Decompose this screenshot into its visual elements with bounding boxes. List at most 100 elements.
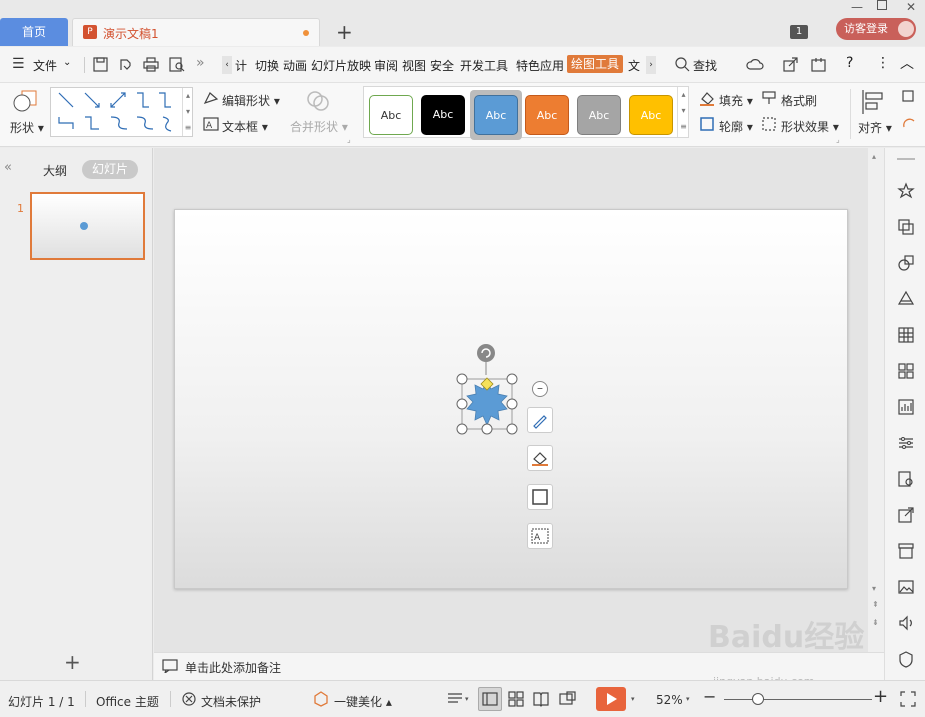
collapse-toolbar-icon[interactable]: – (532, 381, 548, 397)
layers-icon[interactable] (897, 290, 915, 308)
search-label[interactable]: 查找 (693, 57, 717, 74)
gallery-scroll-icon[interactable]: ▴ ▾ ≡ (182, 88, 193, 136)
scroll-right-icon[interactable]: › (646, 56, 656, 74)
zoom-slider-track[interactable] (724, 699, 872, 700)
table-icon[interactable] (897, 326, 915, 344)
edit-shape-icon[interactable] (203, 91, 219, 105)
fit-to-window-icon[interactable] (900, 691, 916, 707)
archive-icon[interactable] (897, 542, 915, 560)
play-slideshow-button[interactable] (596, 687, 626, 711)
align-icon[interactable] (861, 89, 885, 115)
cloud-icon[interactable] (746, 57, 764, 72)
style-swatch-blue[interactable]: Abc (474, 95, 518, 135)
chevron-down-icon[interactable]: ⌄ (63, 57, 71, 68)
collaborate-icon[interactable] (811, 57, 826, 72)
document-protection-status[interactable]: 文档未保护 (201, 693, 261, 710)
image-search-icon[interactable] (897, 470, 915, 488)
shield-icon[interactable] (897, 650, 915, 668)
copy-icon[interactable] (897, 218, 915, 236)
presenter-view-icon[interactable] (559, 691, 577, 707)
menu-tab-design[interactable]: 计 (235, 57, 247, 74)
slide-sorter-icon[interactable] (508, 691, 524, 707)
menu-tab-view[interactable]: 视图 (402, 57, 426, 74)
arrange-icon[interactable] (901, 89, 917, 105)
shapes-icon[interactable] (897, 254, 915, 272)
zoom-level[interactable]: 52% (656, 693, 683, 707)
float-text-button[interactable]: A (527, 523, 553, 549)
float-fill-button[interactable] (527, 445, 553, 471)
reading-view-icon[interactable] (533, 691, 549, 707)
scroll-up-icon[interactable]: ▴ (872, 152, 876, 161)
style-swatch-black[interactable]: Abc (421, 95, 465, 135)
animation-icon[interactable] (897, 182, 915, 200)
maximize-icon[interactable] (877, 0, 887, 10)
audio-icon[interactable] (897, 614, 915, 632)
format-painter-icon[interactable] (761, 90, 777, 106)
format-painter-button[interactable]: 格式刷 (781, 92, 817, 109)
normal-view-button[interactable] (478, 687, 502, 711)
style-swatch-gray[interactable]: Abc (577, 95, 621, 135)
previous-slide-icon[interactable]: ⇞ (872, 600, 879, 609)
group-launcher-icon[interactable]: ⌟ (836, 135, 840, 144)
style-swatch-gold[interactable]: Abc (629, 95, 673, 135)
vertical-scrollbar[interactable]: ▴ ▾ ⇞ ⇟ (868, 148, 884, 652)
save-icon[interactable] (93, 57, 108, 72)
style-swatch-white[interactable]: Abc (369, 95, 413, 135)
guest-login-button[interactable]: 访客登录 (836, 18, 916, 40)
zoom-in-button[interactable]: + (873, 686, 888, 707)
minimize-icon[interactable]: — (851, 0, 863, 14)
notes-view-icon[interactable] (447, 692, 465, 706)
window-count-badge[interactable]: 1 (790, 25, 808, 39)
outline-button[interactable]: 轮廓 ▾ (719, 118, 753, 135)
align-button[interactable]: 对齐 ▾ (858, 119, 892, 136)
group-launcher-icon[interactable]: ⌟ (347, 135, 351, 144)
menu-tab-security[interactable]: 安全 (430, 57, 454, 74)
chevron-down-icon[interactable]: ▾ (631, 695, 635, 703)
float-style-button[interactable] (527, 407, 553, 433)
more-options-icon[interactable]: ⋮ (876, 55, 890, 71)
new-tab-button[interactable]: + (336, 20, 353, 44)
chevron-down-icon[interactable]: ▾ (686, 695, 690, 703)
menu-tab-text[interactable]: 文 (628, 57, 640, 74)
shape-effect-button[interactable]: 形状效果 ▾ (781, 118, 839, 135)
tab-home[interactable]: 首页 (0, 18, 68, 46)
slide-thumbnail[interactable] (30, 192, 145, 260)
tab-slides[interactable]: 幻灯片 (82, 160, 138, 179)
print-icon[interactable] (143, 57, 159, 72)
zoom-out-button[interactable]: − (703, 687, 716, 706)
share-icon[interactable] (783, 57, 798, 72)
style-gallery-scroll-icon[interactable]: ▴ ▾ ≡ (677, 87, 689, 137)
menu-tab-review[interactable]: 审阅 (374, 57, 398, 74)
collapse-ribbon-icon[interactable]: ︿ (900, 53, 914, 73)
one-click-beautify-button[interactable]: 一键美化 ▴ (334, 693, 392, 710)
outline-icon[interactable] (699, 116, 715, 132)
rotate-icon[interactable] (901, 115, 917, 131)
help-icon[interactable]: ? (846, 55, 853, 71)
settings-sliders-icon[interactable] (897, 434, 915, 452)
tab-outline[interactable]: 大纲 (43, 162, 67, 179)
share-icon[interactable] (897, 506, 915, 524)
zoom-slider-knob[interactable] (752, 693, 764, 705)
fill-bucket-icon[interactable] (699, 90, 715, 106)
menu-tab-transition[interactable]: 切换 (255, 57, 279, 74)
collapse-panel-icon[interactable]: « (4, 160, 12, 175)
shape-gallery[interactable]: ▴ ▾ ≡ (50, 87, 193, 137)
textbox-button[interactable]: 文本框 ▾ (222, 118, 268, 135)
more-chevron-icon[interactable]: » (196, 55, 205, 71)
float-outline-button[interactable] (527, 484, 553, 510)
scroll-down-icon[interactable]: ▾ (872, 584, 876, 593)
print-preview-icon[interactable] (169, 57, 185, 72)
menu-tab-animation[interactable]: 动画 (283, 57, 307, 74)
chart-icon[interactable] (897, 398, 915, 416)
shape-button-label[interactable]: 形状 ▾ (10, 119, 44, 136)
shape-effect-icon[interactable] (761, 116, 777, 132)
menu-tab-slideshow[interactable]: 幻灯片放映 (311, 57, 371, 74)
add-slide-button[interactable]: + (64, 650, 81, 674)
grid-icon[interactable] (897, 362, 915, 380)
export-pdf-icon[interactable] (118, 57, 133, 72)
scroll-left-icon[interactable]: ‹ (222, 56, 232, 74)
hamburger-icon[interactable]: ☰ (12, 56, 25, 72)
style-swatch-orange[interactable]: Abc (525, 95, 569, 135)
fill-button[interactable]: 填充 ▾ (719, 92, 753, 109)
menu-tab-developer[interactable]: 开发工具 (460, 57, 508, 74)
